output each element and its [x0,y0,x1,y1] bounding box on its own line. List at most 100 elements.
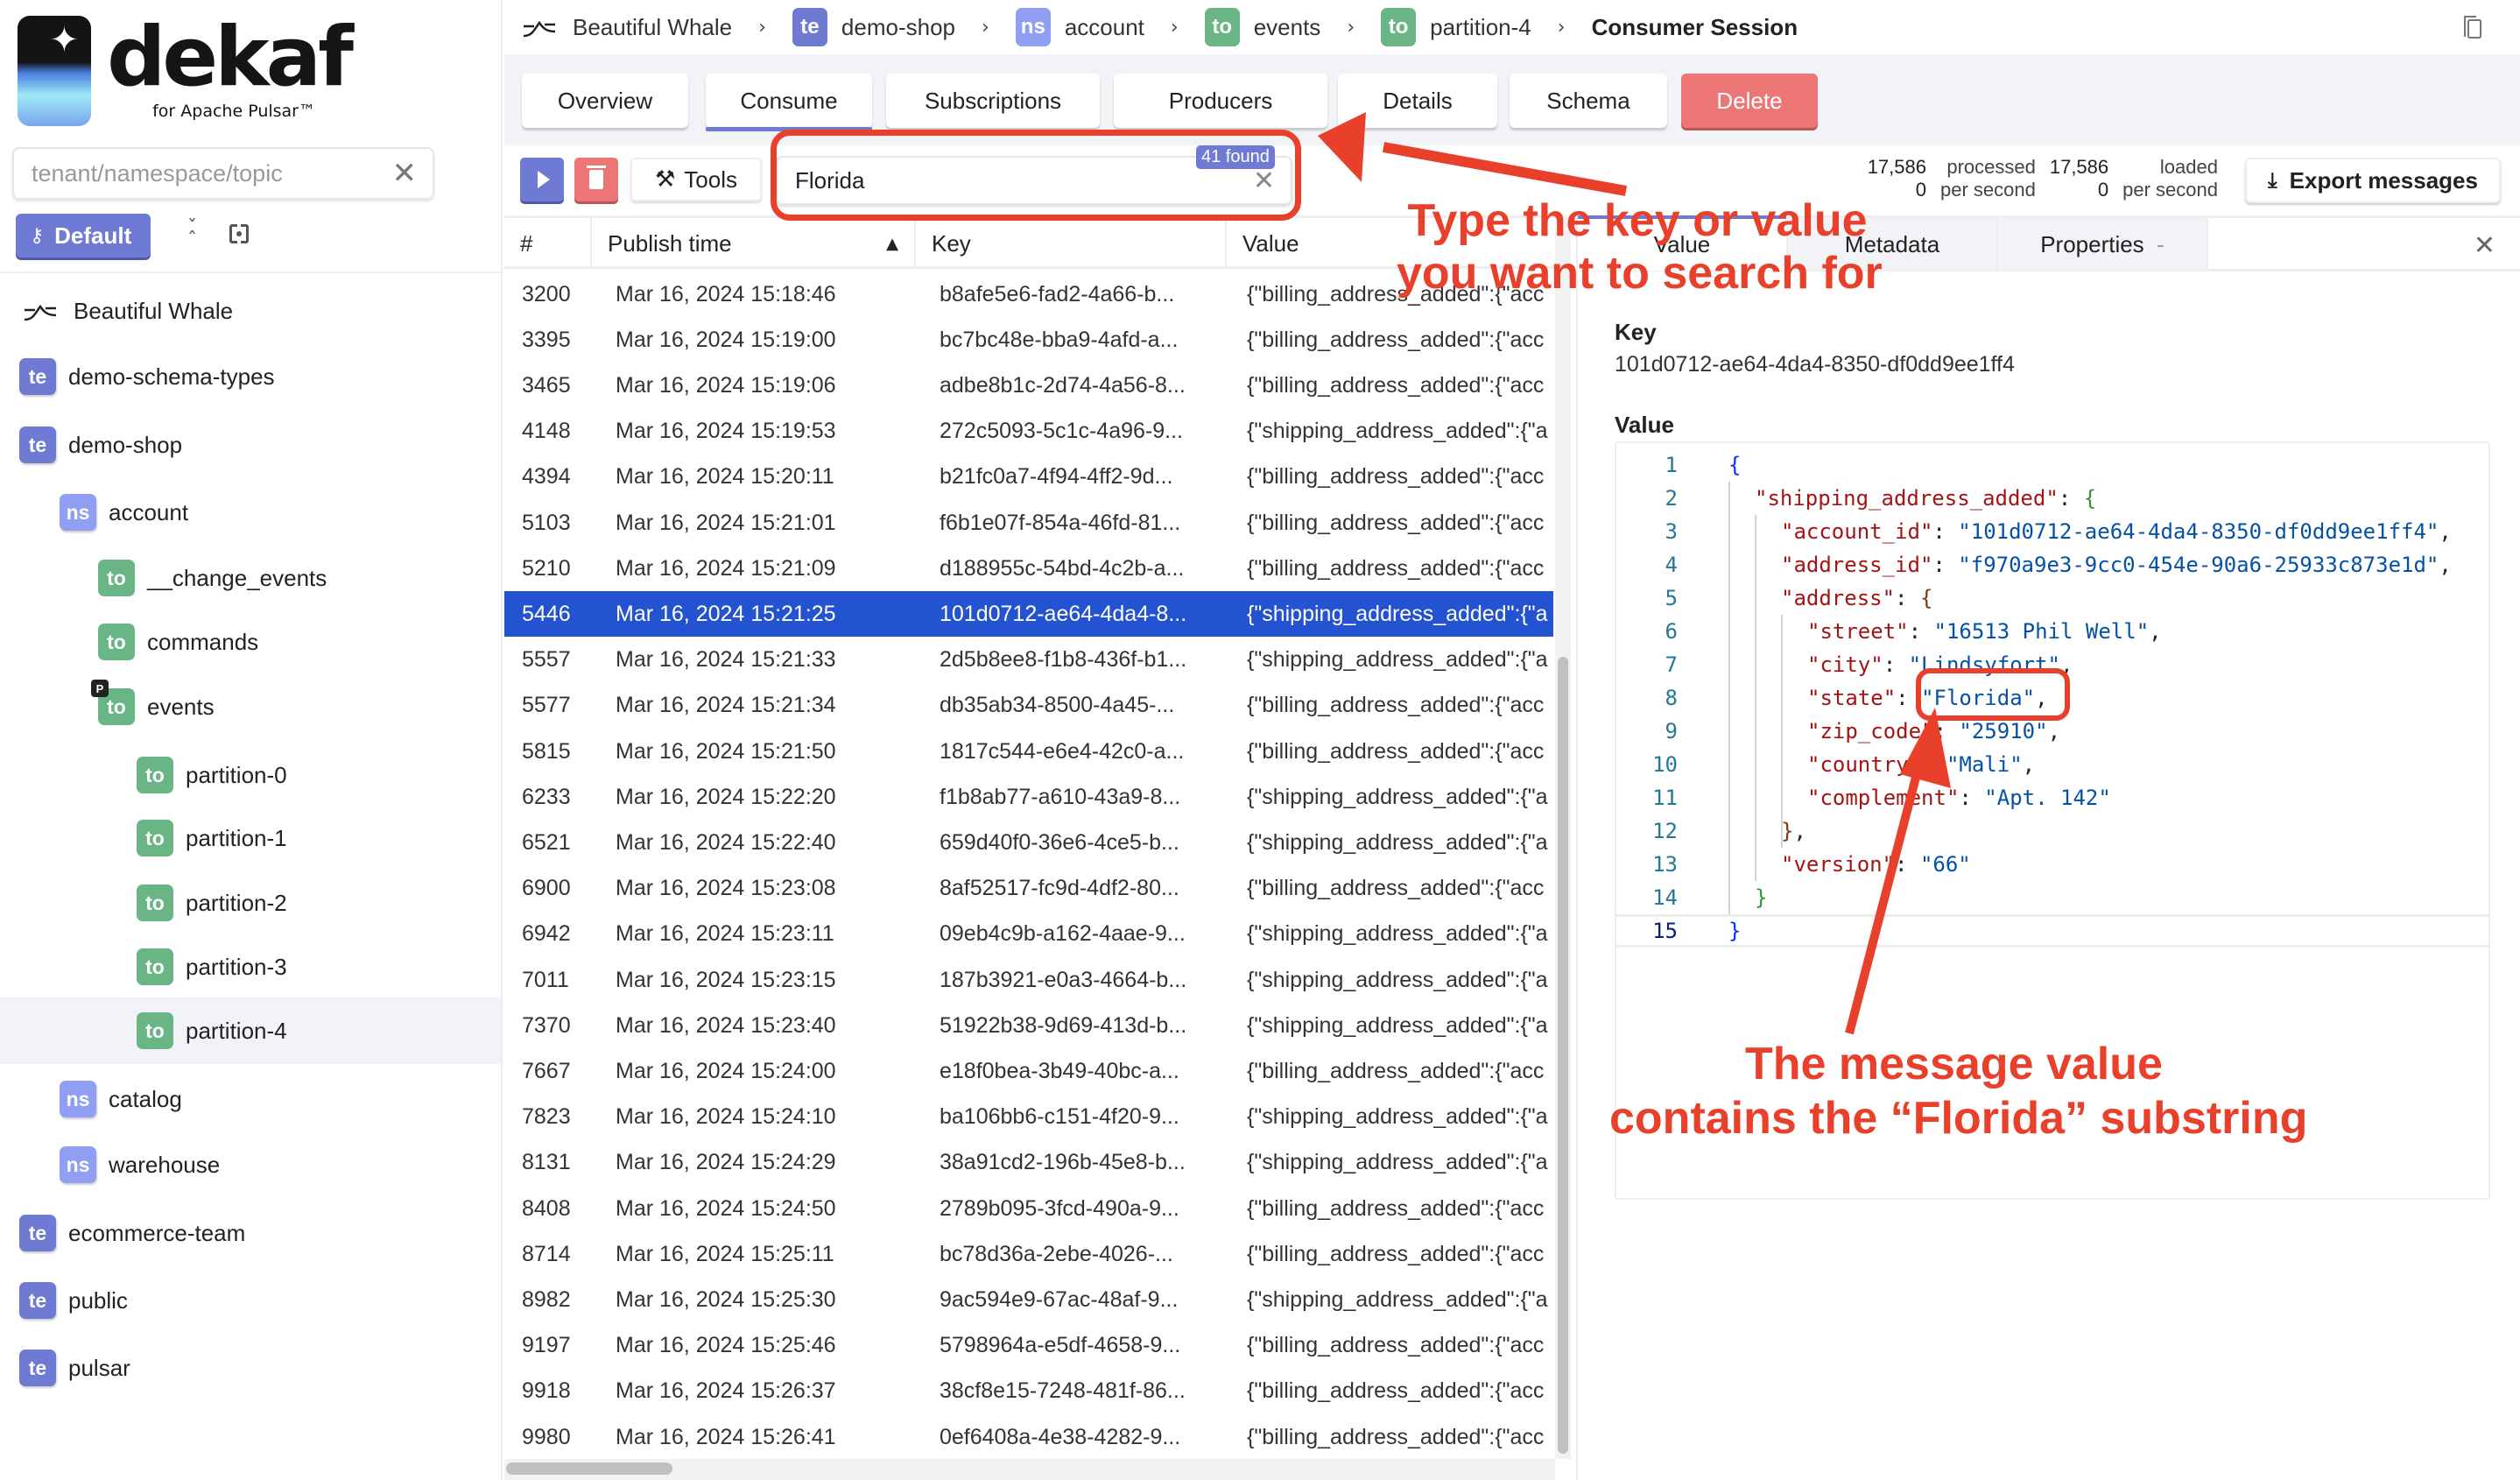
tree-item-account[interactable]: ns account [0,482,501,543]
table-row[interactable]: 4394 Mar 16, 2024 15:20:11 b21fc0a7-4f94-4… [504,455,1553,500]
table-vertical-scrollbar[interactable] [1555,215,1571,1459]
clear-messages-button[interactable] [574,158,618,201]
column-header-key[interactable]: Key [916,218,1227,269]
table-row[interactable]: 6521 Mar 16, 2024 15:22:40 659d40f0-36e6-4… [504,820,1553,865]
table-row[interactable]: 9197 Mar 16, 2024 15:25:46 5798964a-e5df-4… [504,1323,1553,1369]
table-row[interactable]: 5210 Mar 16, 2024 15:21:09 d188955c-54bd-4… [504,546,1553,591]
tree-item-commands[interactable]: to commands [0,611,501,673]
collapse-all-icon[interactable]: ˇˆ [187,219,197,250]
table-row[interactable]: 6233 Mar 16, 2024 15:22:20 f1b8ab77-a610-4… [504,774,1553,820]
cell-publish-time: Mar 16, 2024 15:24:50 [616,1195,836,1221]
table-row[interactable]: 8982 Mar 16, 2024 15:25:30 9ac594e9-67ac-4… [504,1277,1553,1322]
tree-item-ecommerce-team[interactable]: te ecommerce-team [0,1202,501,1264]
table-row[interactable]: 7370 Mar 16, 2024 15:23:40 51922b38-9d69-4… [504,1003,1553,1048]
line-number: 4 [1665,553,1678,577]
table-row[interactable]: 9918 Mar 16, 2024 15:26:37 38cf8e15-7248-4… [504,1369,1553,1414]
scrollbar-thumb[interactable] [1558,657,1568,1454]
table-row[interactable]: 4148 Mar 16, 2024 15:19:53 272c5093-5c1c-4… [504,409,1553,455]
tree-item-partition-4[interactable]: to partition-4 [0,997,501,1064]
message-search-input[interactable] [795,166,1253,194]
table-row[interactable]: 6900 Mar 16, 2024 15:23:08 8af52517-fc9d-4… [504,866,1553,912]
sort-ascending-icon[interactable]: ▲ [886,235,898,253]
focus-current-icon[interactable] [229,223,249,244]
table-row[interactable]: 5446 Mar 16, 2024 15:21:25 101d0712-ae64-4… [504,591,1553,638]
tab-consume[interactable]: Consume [706,74,872,131]
tree-item-beautiful-whale[interactable]: Beautiful Whale [0,280,501,342]
tools-button[interactable]: ⚒ Tools [630,158,762,201]
value-code-viewer[interactable]: 1{2 "shipping_address_added": {3 "account_… [1615,441,2490,1200]
tree-item-label: warehouse [109,1151,221,1178]
clear-message-search-icon[interactable]: ✕ [1253,166,1275,196]
logo[interactable]: ✦ dekaf for Apache Pulsar™ [18,16,354,128]
breadcrumb-item[interactable]: Beautiful Whale [522,14,732,41]
default-auth-button[interactable]: ⚷ Default [16,214,151,257]
topic-search-input[interactable] [32,159,392,187]
table-row[interactable]: 7011 Mar 16, 2024 15:23:15 187b3921-e0a3-4… [504,957,1553,1003]
tree-item-demo-shop[interactable]: te demo-shop [0,414,501,476]
code-text: "shipping_address_added": { [1755,486,2096,511]
table-row[interactable]: 3465 Mar 16, 2024 15:19:06 adbe8b1c-2d74-4… [504,363,1553,408]
column-header-number[interactable]: # [504,218,592,269]
detail-tab-value[interactable]: Value [1578,215,1788,271]
table-row[interactable]: 8131 Mar 16, 2024 15:24:29 38a91cd2-196b-4… [504,1140,1553,1186]
topic-search-field[interactable]: ✕ [12,147,434,200]
code-token: : [1959,786,1985,810]
tree-item-change-events[interactable]: to __change_events [0,547,501,609]
table-row[interactable]: 8408 Mar 16, 2024 15:24:50 2789b095-3fcd-4… [504,1186,1553,1231]
cell-publish-time: Mar 16, 2024 15:26:41 [616,1424,836,1449]
cell-number: 5557 [522,647,571,673]
scrollbar-thumb[interactable] [506,1462,672,1475]
tree-item-partition-3[interactable]: to partition-3 [0,936,501,997]
code-text: }, [1781,819,1806,843]
table-row[interactable]: 9980 Mar 16, 2024 15:26:41 0ef6408a-4e38-4… [504,1414,1553,1460]
tree-item-demo-schema-types[interactable]: te demo-schema-types [0,346,501,407]
table-row[interactable]: 8714 Mar 16, 2024 15:25:11 bc78d36a-2ebe-4… [504,1231,1553,1277]
table-row[interactable]: 5815 Mar 16, 2024 15:21:50 1817c544-e6e4-4… [504,729,1553,774]
detail-tab-metadata[interactable]: Metadata [1788,218,1998,271]
table-horizontal-scrollbar[interactable] [504,1459,1555,1480]
breadcrumb-item[interactable]: to events [1204,8,1320,46]
main-area: Beautiful Whale › te demo-shop › ns account › to… [504,0,2520,1480]
table-row[interactable]: 7823 Mar 16, 2024 15:24:10 ba106bb6-c151-4… [504,1095,1553,1140]
cell-key: 2789b095-3fcd-490a-9... [940,1195,1179,1221]
table-row[interactable]: 7667 Mar 16, 2024 15:24:00 e18f0bea-3b49-4… [504,1048,1553,1094]
breadcrumb-item[interactable]: to partition-4 [1381,8,1531,46]
code-token: { [1919,586,1933,610]
table-row[interactable]: 5577 Mar 16, 2024 15:21:34 db35ab34-8500-4… [504,683,1553,729]
export-messages-button[interactable]: ⤓ Export messages [2245,158,2501,203]
tree-item-partition-2[interactable]: to partition-2 [0,872,501,934]
detail-tab-properties[interactable]: Properties - [1998,218,2208,271]
tab-subscriptions[interactable]: Subscriptions [886,74,1100,128]
table-row[interactable]: 5557 Mar 16, 2024 15:21:33 2d5b8ee8-f1b8-4… [504,638,1553,683]
cell-number: 3465 [522,372,571,398]
tree-item-partition-1[interactable]: to partition-1 [0,807,501,869]
breadcrumb-item[interactable]: ns account [1015,8,1144,46]
column-header-publish-time[interactable]: Publish time ▲ [592,218,916,269]
tab-producers[interactable]: Producers [1114,74,1327,128]
start-consume-button[interactable] [520,158,564,201]
table-row[interactable]: 6942 Mar 16, 2024 15:23:11 09eb4c9b-a162-4… [504,912,1553,957]
close-detail-icon[interactable]: ✕ [2474,230,2495,261]
code-line: 11 "complement": "Apt. 142" [1616,781,2488,814]
table-row[interactable]: 3395 Mar 16, 2024 15:19:00 bc7bc48e-bba9-4… [504,317,1553,363]
tree-item-events[interactable]: to Pevents [0,676,501,737]
tree-item-public[interactable]: te public [0,1270,501,1331]
tab-schema[interactable]: Schema [1510,74,1667,128]
tab-details[interactable]: Details [1338,74,1497,128]
cell-publish-time: Mar 16, 2024 15:21:34 [616,693,836,718]
breadcrumb-item[interactable]: te demo-shop [792,8,955,46]
copy-icon[interactable] [2462,14,2483,40]
clear-search-icon[interactable]: ✕ [392,156,418,191]
code-token: } [1728,919,1742,943]
tree-item-warehouse[interactable]: ns warehouse [0,1134,501,1195]
table-row[interactable]: 5103 Mar 16, 2024 15:21:01 f6b1e07f-854a-4… [504,500,1553,546]
tree-item-pulsar[interactable]: te pulsar [0,1337,501,1399]
column-header-value[interactable]: Value [1227,218,1555,269]
table-row[interactable]: 3200 Mar 16, 2024 15:18:46 b8afe5e6-fad2-4… [504,271,1553,317]
tree-item-partition-0[interactable]: to partition-0 [0,744,501,806]
delete-button[interactable]: Delete [1681,74,1818,128]
tab-label: Overview [557,87,653,114]
tree-item-catalog[interactable]: ns catalog [0,1068,501,1130]
cell-publish-time: Mar 16, 2024 15:18:46 [616,281,836,307]
tab-overview[interactable]: Overview [522,74,688,128]
